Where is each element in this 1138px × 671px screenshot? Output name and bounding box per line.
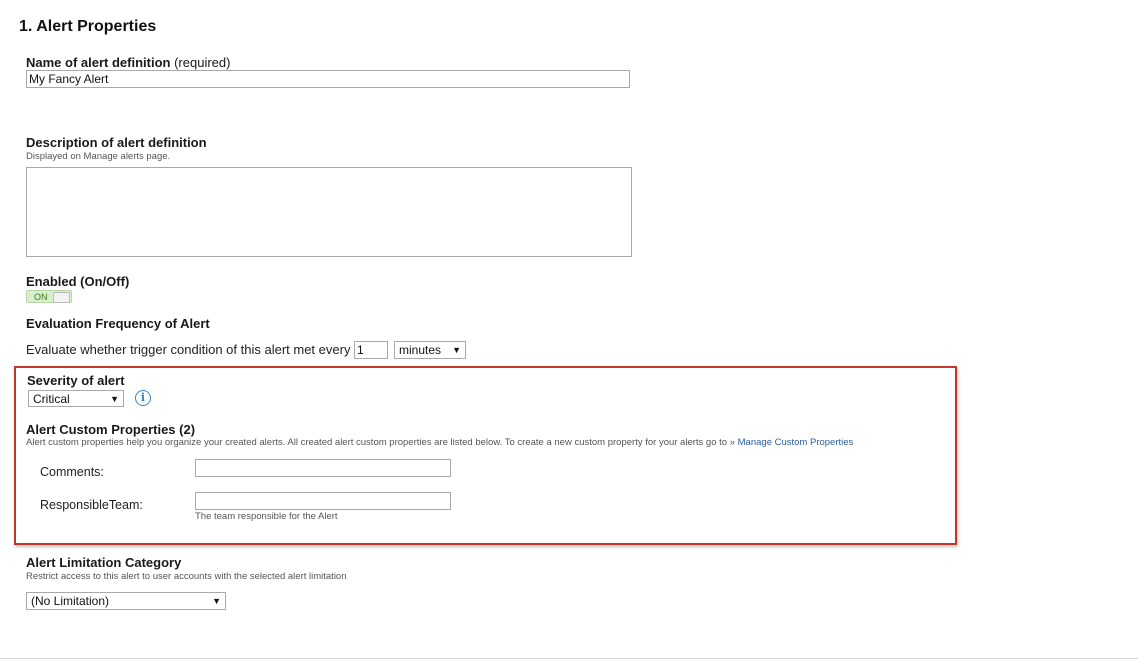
name-required-text: (required)	[174, 55, 231, 70]
toggle-knob	[53, 292, 70, 303]
description-label: Description of alert definition	[26, 135, 207, 150]
frequency-value-input[interactable]	[354, 341, 388, 359]
name-label-text: Name of alert definition	[26, 55, 171, 70]
custom-properties-label: Alert Custom Properties (2)	[26, 422, 196, 437]
manage-custom-properties-link[interactable]: Manage Custom Properties	[738, 437, 854, 448]
limitation-hint: Restrict access to this alert to user ac…	[26, 571, 347, 582]
chevron-down-icon: ▼	[110, 393, 119, 404]
severity-selected-value: Critical	[33, 391, 70, 406]
limitation-select[interactable]: (No Limitation) ▼	[26, 592, 226, 610]
frequency-sentence: Evaluate whether trigger condition of th…	[26, 342, 351, 357]
chevron-down-icon: ▼	[212, 596, 221, 606]
severity-label: Severity of alert	[27, 373, 125, 388]
frequency-label: Evaluation Frequency of Alert	[26, 316, 210, 331]
comments-label: Comments:	[40, 465, 104, 479]
link-prefix: »	[729, 437, 735, 448]
limitation-selected-value: (No Limitation)	[31, 594, 110, 608]
page-title: 1. Alert Properties	[19, 18, 157, 35]
description-textarea[interactable]	[26, 167, 632, 257]
custom-properties-hint: Alert custom properties help you organiz…	[26, 437, 853, 448]
name-label: Name of alert definition (required)	[26, 55, 230, 70]
enabled-toggle[interactable]: ON	[26, 290, 72, 303]
enabled-label: Enabled (On/Off)	[26, 274, 130, 289]
limitation-label: Alert Limitation Category	[26, 555, 182, 570]
responsible-team-label: ResponsibleTeam:	[40, 498, 143, 512]
severity-select[interactable]: Critical ▼	[28, 390, 124, 407]
bottom-divider	[0, 658, 1138, 659]
frequency-unit-value: minutes	[399, 343, 442, 357]
highlight-box	[14, 366, 957, 545]
frequency-unit-select[interactable]: minutes ▼	[394, 341, 466, 359]
info-icon[interactable]: i	[135, 390, 151, 406]
chevron-down-icon: ▼	[452, 345, 461, 355]
comments-input[interactable]	[195, 459, 451, 477]
alert-name-input[interactable]	[26, 70, 630, 88]
description-hint: Displayed on Manage alerts page.	[26, 151, 171, 162]
toggle-state-text: ON	[34, 292, 48, 302]
custom-properties-hint-text: Alert custom properties help you organiz…	[26, 437, 728, 448]
responsible-team-input[interactable]	[195, 492, 451, 510]
responsible-team-hint: The team responsible for the Alert	[195, 511, 338, 522]
